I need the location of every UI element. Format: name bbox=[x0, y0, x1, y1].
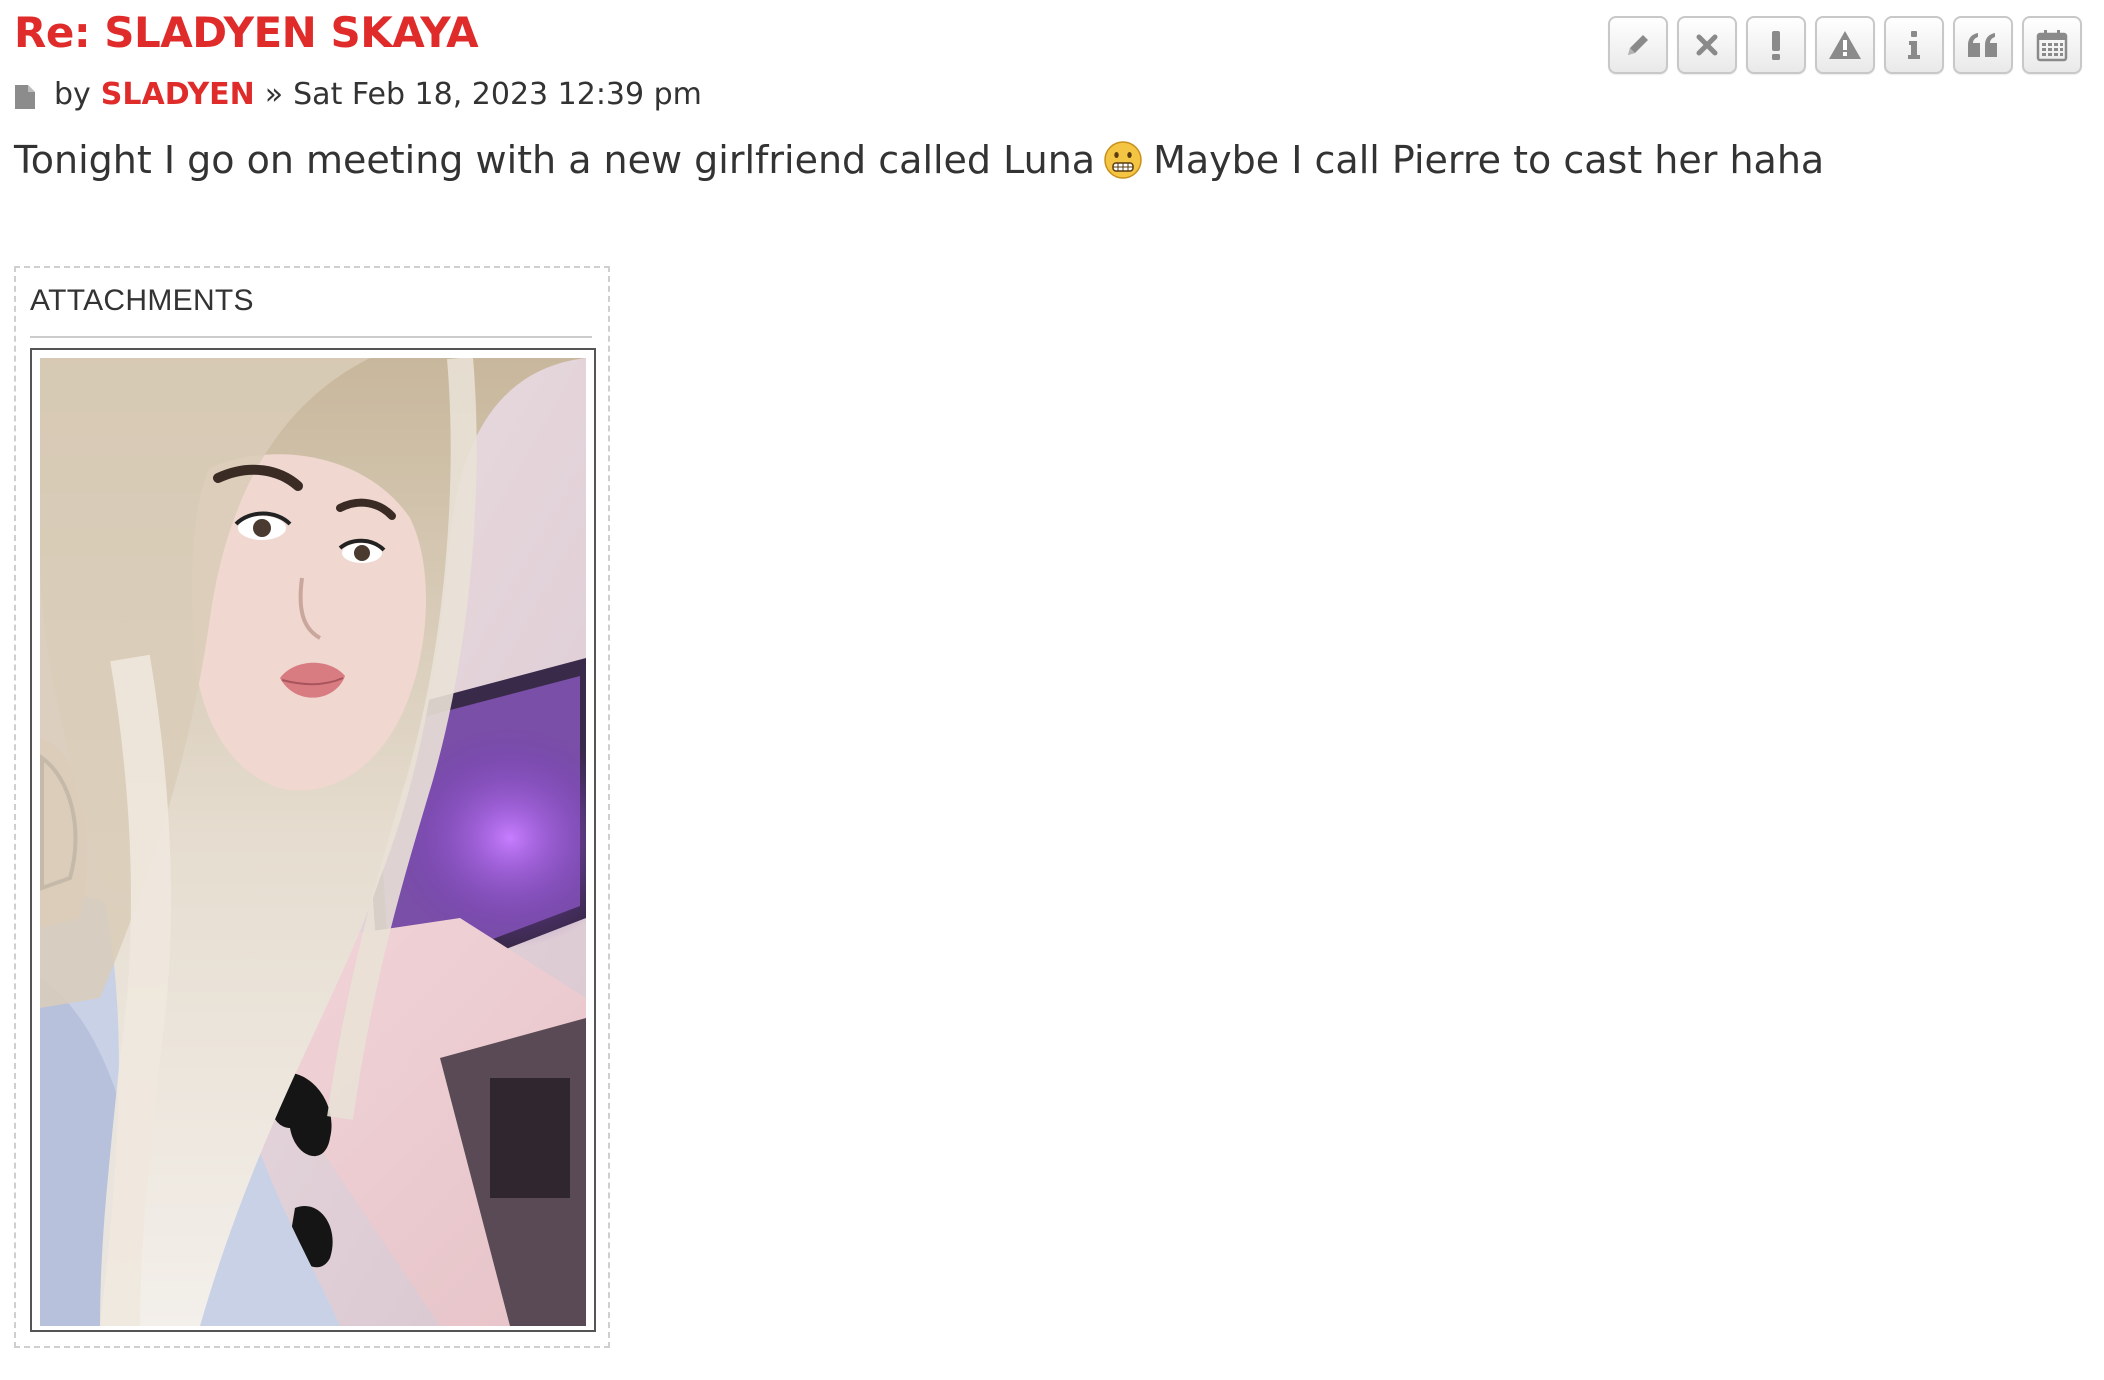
calendar-icon bbox=[2036, 30, 2068, 62]
grimacing-face-emoji bbox=[1103, 140, 1143, 180]
attachments-heading: ATTACHMENTS bbox=[30, 284, 254, 317]
report-button[interactable] bbox=[1746, 16, 1806, 74]
post-text-part1: Tonight I go on meeting with a new girlf… bbox=[14, 138, 1096, 182]
quote-icon bbox=[1968, 33, 1997, 57]
warning-icon bbox=[1829, 31, 1861, 59]
by-label: by bbox=[54, 76, 91, 112]
post-toolbar bbox=[1608, 16, 2082, 74]
attachment-image[interactable] bbox=[40, 358, 586, 1326]
delete-button[interactable] bbox=[1677, 16, 1737, 74]
post-meta: by SLADYEN » Sat Feb 18, 2023 12:39 pm bbox=[14, 74, 702, 114]
post-content: Tonight I go on meeting with a new girlf… bbox=[14, 138, 1824, 182]
close-icon bbox=[1696, 34, 1718, 56]
post-text-part2: Maybe I call Pierre to cast her haha bbox=[1153, 138, 1825, 182]
info-button[interactable] bbox=[1884, 16, 1944, 74]
attachments-divider bbox=[30, 336, 592, 338]
attachment-thumbnail-frame[interactable] bbox=[30, 348, 596, 1332]
post-datetime: Sat Feb 18, 2023 12:39 pm bbox=[293, 76, 702, 112]
pencil-icon bbox=[1628, 35, 1648, 55]
post-icon[interactable] bbox=[14, 83, 36, 109]
info-icon bbox=[1908, 31, 1920, 59]
quote-button[interactable] bbox=[1953, 16, 2013, 74]
forum-post: Re: SLADYEN SKAYA by SLADYEN » Sat Feb 1… bbox=[0, 0, 2104, 1380]
post-title[interactable]: Re: SLADYEN SKAYA bbox=[14, 8, 479, 57]
edit-button[interactable] bbox=[1608, 16, 1668, 74]
exclamation-icon bbox=[1772, 31, 1780, 60]
author-link[interactable]: SLADYEN bbox=[101, 77, 255, 112]
calendar-button[interactable] bbox=[2022, 16, 2082, 74]
meta-separator: » bbox=[264, 76, 284, 112]
attachments-box: ATTACHMENTS bbox=[14, 266, 610, 1348]
warn-button[interactable] bbox=[1815, 16, 1875, 74]
